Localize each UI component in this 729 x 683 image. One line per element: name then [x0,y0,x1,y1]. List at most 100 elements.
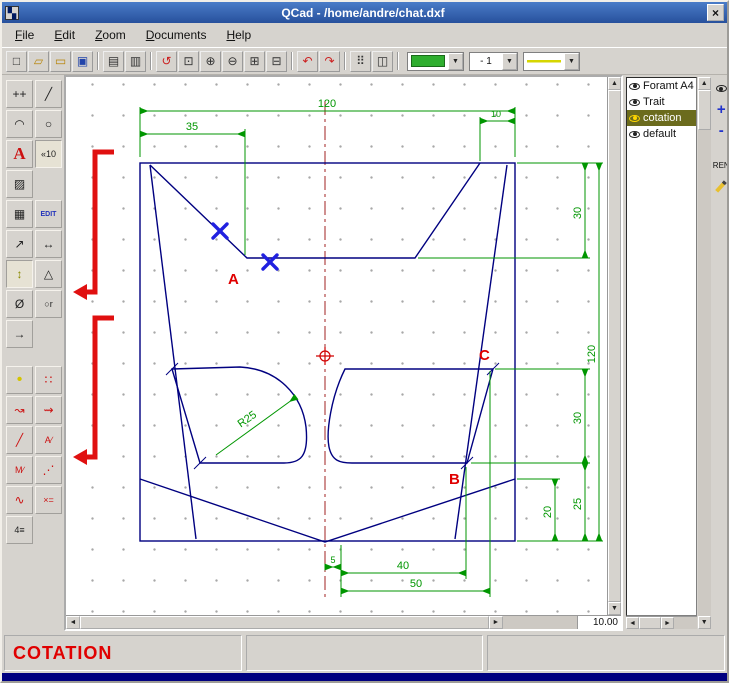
zoom-previous-button[interactable]: ⊟ [266,51,287,72]
left-slant[interactable] [150,165,196,539]
snap-relative-button[interactable]: 4≡ [6,516,33,544]
scroll-right-icon[interactable]: ► [661,617,674,629]
snap-on-entity-button[interactable]: ⇝ [35,396,62,424]
scroll-left-icon[interactable]: ◄ [626,617,639,629]
zoom-auto-button[interactable]: ⊡ [178,51,199,72]
eye-icon[interactable] [629,83,640,90]
tool-line-button[interactable]: ╱ [35,80,62,108]
zoom-redraw-button[interactable]: ↺ [156,51,177,72]
edit-layer-button[interactable] [712,178,729,195]
print-button[interactable]: ▥ [125,51,146,72]
scrollbar-track[interactable] [698,130,711,616]
snap-middle-button[interactable]: M∕ [6,456,33,484]
open-file-button[interactable]: ▱ [28,51,49,72]
tool-hatch-button[interactable]: ▨ [6,170,33,198]
eye-icon[interactable] [629,115,640,122]
snap-text-button[interactable]: A∕ [35,426,62,454]
close-button[interactable]: × [707,4,724,21]
print-preview-button[interactable]: ▤ [103,51,124,72]
tool-dim-diameter-button[interactable]: Ø [6,290,33,318]
menu-zoom[interactable]: Zoom [86,25,135,45]
layer-row-default[interactable]: default [627,126,696,142]
color-combo[interactable]: ▼ [407,52,464,71]
menu-help[interactable]: Help [217,25,260,45]
snap-coordinate-button[interactable]: ×= [35,486,62,514]
scrollbar-thumb[interactable] [698,90,711,130]
menu-documents[interactable]: Documents [137,25,216,45]
scrollbar-thumb[interactable] [80,616,489,629]
tool-dim-vertical-button[interactable]: ↕ [6,260,33,288]
chevron-down-icon[interactable]: ▼ [448,53,463,70]
left-eye[interactable] [172,367,307,463]
dimensions[interactable]: 120 35 10 30 120 30 25 20 40 5 50 [140,98,603,597]
layer-list[interactable]: Foramt A4 Trait cotation default [626,77,697,616]
toggle-visibility-button[interactable] [712,80,729,97]
center-mark[interactable] [316,347,334,365]
app-icon[interactable]: ▚ [5,6,19,20]
titlebar[interactable]: ▚ QCad - /home/andre/chat.dxf × [2,2,727,23]
eye-icon[interactable] [629,131,640,138]
remove-layer-button[interactable]: - [712,122,729,139]
canvas-horizontal-scrollbar[interactable]: ◄ ► [66,616,577,629]
grid-toggle-button[interactable]: ⠿ [350,51,371,72]
undo-button[interactable]: ↶ [297,51,318,72]
tool-arc-button[interactable]: ◠ [6,110,33,138]
eye-icon[interactable] [629,99,640,106]
tool-dim-text-button[interactable]: «10 [35,140,62,168]
canvas-vertical-scrollbar[interactable]: ▲ ▼ [607,77,621,615]
tool-circle-button[interactable]: ○ [35,110,62,138]
scrollbar-thumb[interactable] [639,617,661,629]
width-combo[interactable]: - 1 ▼ [469,52,518,71]
snap-endpoint-button[interactable]: ↝ [6,396,33,424]
toolbox-spacer [35,170,62,198]
chevron-down-icon[interactable]: ▼ [502,53,517,70]
snap-center-button[interactable]: ╱ [6,426,33,454]
tool-edit-button[interactable]: EDIT [35,200,62,228]
tool-leader-button[interactable]: → [6,320,33,348]
scroll-down-icon[interactable]: ▼ [608,602,621,615]
new-file-button[interactable]: □ [6,51,27,72]
add-layer-button[interactable]: + [712,101,729,118]
snap-spline-button[interactable]: ∿ [6,486,33,514]
ear-notch[interactable] [150,163,480,258]
scroll-left-icon[interactable]: ◄ [66,616,80,629]
folder-button[interactable]: ▭ [50,51,71,72]
layer-row-trait[interactable]: Trait [627,94,696,110]
layer-row-format[interactable]: Foramt A4 [627,78,696,94]
tool-image-button[interactable]: ▦ [6,200,33,228]
paste-button[interactable]: ◫ [372,51,393,72]
right-eye[interactable] [328,369,493,463]
layer-list-horizontal-scrollbar[interactable]: ◄ ► [626,616,697,629]
snap-intersection-button[interactable]: ⋰ [35,456,62,484]
zoom-out-button[interactable]: ⊖ [222,51,243,72]
pencil-icon [715,180,727,192]
scroll-up-icon[interactable]: ▲ [608,77,621,90]
label-b: B [449,471,460,488]
scroll-down-icon[interactable]: ▼ [698,616,711,629]
layer-list-vertical-scrollbar[interactable]: ▲ ▼ [698,77,711,629]
scroll-right-icon[interactable]: ► [489,616,503,629]
linetype-combo[interactable]: ▼ [523,52,580,71]
scrollbar-thumb[interactable] [608,90,621,602]
menu-edit[interactable]: Edit [45,25,84,45]
snap-grid-button[interactable]: ∷ [35,366,62,394]
tool-measure-horizontal-button[interactable]: ↔ [35,230,62,258]
menu-file[interactable]: File [6,25,43,45]
snap-free-button[interactable]: • [6,366,33,394]
scroll-up-icon[interactable]: ▲ [698,77,711,90]
tool-measure-distance-button[interactable]: ↗ [6,230,33,258]
rename-layer-button[interactable]: REN [712,157,729,174]
chevron-down-icon[interactable]: ▼ [564,53,579,70]
drawing-canvas[interactable]: 120 35 10 30 120 30 25 20 40 5 50 [66,77,607,615]
layer-row-cotation[interactable]: cotation [627,110,696,126]
zoom-in-button[interactable]: ⊕ [200,51,221,72]
tool-dim-angle-button[interactable]: △ [35,260,62,288]
redo-button[interactable]: ↷ [319,51,340,72]
tool-points-button[interactable]: ++ [6,80,33,108]
label-a: A [228,271,239,288]
cad-toolbox: ++ ╱ ◠ ○ A «10 ▨ ▦ EDIT ↗ ↔ ↕ △ Ø ○r → •… [2,75,64,631]
save-button[interactable]: ▣ [72,51,93,72]
tool-text-button[interactable]: A [6,140,33,168]
tool-dim-radius-button[interactable]: ○r [35,290,62,318]
zoom-window-button[interactable]: ⊞ [244,51,265,72]
